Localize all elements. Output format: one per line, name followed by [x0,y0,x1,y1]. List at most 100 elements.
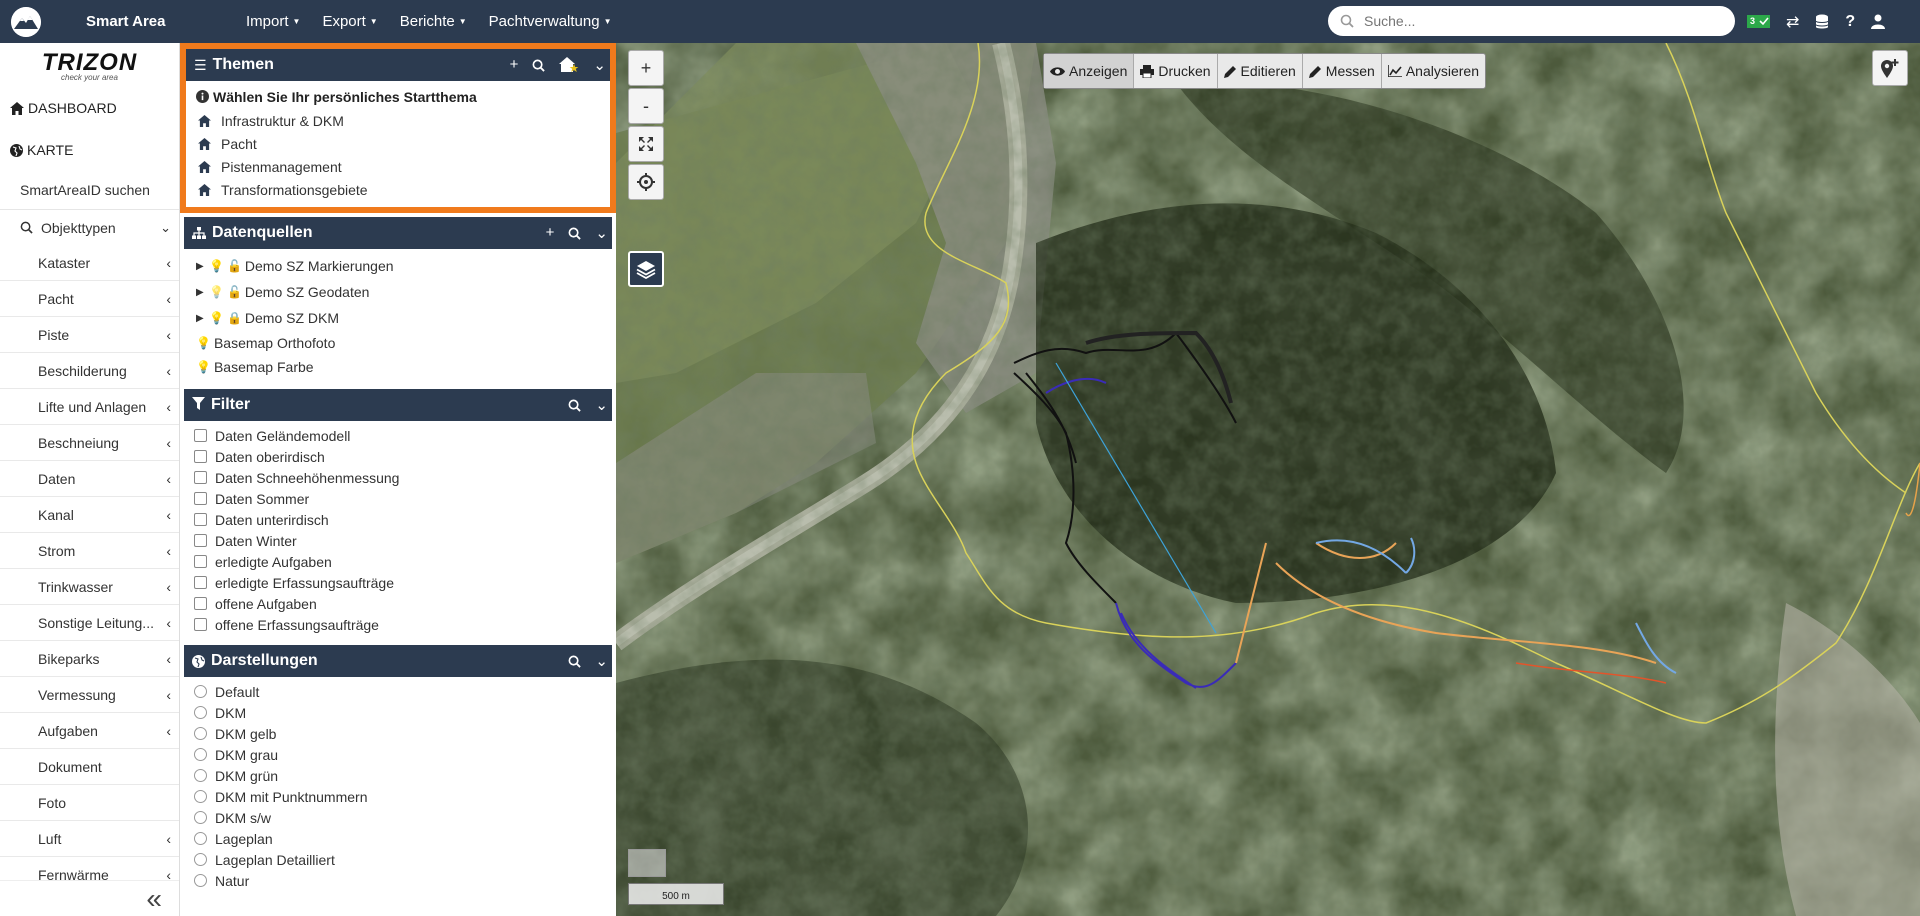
lightbulb-on-icon[interactable]: 💡 [209,311,224,325]
basemap-item[interactable]: 💡 Basemap Orthofoto [196,331,604,355]
darstellung-option[interactable]: DKM gelb [194,723,604,744]
sidebar-smartarea-search[interactable]: SmartAreaID suchen [0,171,179,209]
collapse-sidebar-icon[interactable]: « [0,880,179,916]
sidebar-item-foto[interactable]: Foto [0,785,179,821]
layers-button[interactable] [628,251,664,287]
fullscreen-button[interactable] [628,126,664,162]
search-icon[interactable] [568,655,582,668]
filter-option[interactable]: offene Aufgaben [194,593,604,614]
sidebar-item-trinkwasser[interactable]: Trinkwasser ‹ [0,569,179,605]
sidebar-item-kanal[interactable]: Kanal ‹ [0,497,179,533]
add-marker-button[interactable] [1872,50,1908,86]
sidebar-item-beschilderung[interactable]: Beschilderung ‹ [0,353,179,389]
filter-checkbox[interactable] [194,618,207,631]
filter-checkbox[interactable] [194,597,207,610]
menu-pachtverwaltung[interactable]: Pachtverwaltung ▼ [489,13,612,30]
add-icon[interactable]: + [510,56,519,74]
tool-drucken[interactable]: Drucken [1134,54,1218,88]
sidebar-objekttypen[interactable]: Objekttypen ⌄ [0,209,179,245]
tool-messen[interactable]: Messen [1303,54,1382,88]
theme-item[interactable]: Transformationsgebiete [196,178,602,201]
darstellung-option[interactable]: Default [194,681,604,702]
sidebar-karte[interactable]: KARTE [0,129,179,171]
sidebar-item-dokument[interactable]: Dokument [0,749,179,785]
filter-checkbox[interactable] [194,429,207,442]
theme-item[interactable]: Infrastruktur & DKM [196,109,602,132]
zoom-in-button[interactable]: + [628,50,664,86]
database-icon[interactable] [1815,14,1829,30]
sidebar-item-pacht[interactable]: Pacht ‹ [0,281,179,317]
sidebar-item-piste[interactable]: Piste ‹ [0,317,179,353]
lightbulb-on-icon[interactable]: 💡 [196,336,211,350]
home-star-icon[interactable] [559,57,579,73]
darstellung-radio[interactable] [194,853,207,866]
darstellung-option[interactable]: DKM mit Punktnummern [194,786,604,807]
sidebar-item-vermessung[interactable]: Vermessung ‹ [0,677,179,713]
search-icon[interactable] [568,227,582,240]
sidebar-item-beschneiung[interactable]: Beschneiung ‹ [0,425,179,461]
mountain-logo-icon[interactable] [11,6,41,37]
unlock-icon[interactable]: 🔓 [227,285,242,299]
theme-item[interactable]: Pacht [196,132,602,155]
darstellung-radio[interactable] [194,727,207,740]
filter-checkbox[interactable] [194,450,207,463]
lightbulb-on-icon[interactable]: 💡 [209,259,224,273]
menu-berichte[interactable]: Berichte ▼ [400,13,467,30]
chevron-down-icon[interactable]: ⌄ [595,652,608,670]
filter-checkbox[interactable] [194,471,207,484]
chevron-down-icon[interactable]: ⌄ [595,224,608,242]
map-view[interactable]: + - Anzeigen Drucken Editieren Messen An… [616,43,1920,916]
filter-checkbox[interactable] [194,534,207,547]
menu-export[interactable]: Export ▼ [322,13,377,30]
tool-editieren[interactable]: Editieren [1218,54,1303,88]
filter-option[interactable]: Daten Sommer [194,488,604,509]
darstellung-radio[interactable] [194,748,207,761]
filter-option[interactable]: Daten Schneehöhenmessung [194,467,604,488]
lock-icon[interactable]: 🔒 [227,311,242,325]
sidebar-item-daten[interactable]: Daten ‹ [0,461,179,497]
sidebar-item-bikeparks[interactable]: Bikeparks ‹ [0,641,179,677]
aerial-orthophoto[interactable] [616,43,1920,916]
app-name[interactable]: Smart Area [86,13,216,30]
lightbulb-off-icon[interactable]: 💡 [209,285,224,299]
filter-option[interactable]: Daten oberirdisch [194,446,604,467]
chevron-down-icon[interactable]: ⌄ [595,396,608,414]
filter-option[interactable]: erledigte Aufgaben [194,551,604,572]
menu-import[interactable]: Import ▼ [246,13,300,30]
sidebar-item-kataster[interactable]: Kataster ‹ [0,245,179,281]
sidebar-item-lifte-und-anlagen[interactable]: Lifte und Anlagen ‹ [0,389,179,425]
darstellung-option[interactable]: Lageplan Detailliert [194,849,604,870]
search-input[interactable] [1364,13,1714,29]
trizon-logo[interactable]: TRIZON check your area [0,43,179,87]
help-icon[interactable]: ? [1845,13,1855,31]
darstellung-radio[interactable] [194,685,207,698]
darstellung-option[interactable]: DKM grün [194,765,604,786]
sidebar-item-sonstige-leitung[interactable]: Sonstige Leitung... ‹ [0,605,179,641]
filter-option[interactable]: Daten Geländemodell [194,425,604,446]
filter-checkbox[interactable] [194,555,207,568]
darstellung-option[interactable]: DKM s/w [194,807,604,828]
expand-icon[interactable]: ▶ [196,313,206,324]
darstellung-radio[interactable] [194,811,207,824]
filter-checkbox[interactable] [194,576,207,589]
darstellung-option[interactable]: DKM grau [194,744,604,765]
filter-checkbox[interactable] [194,513,207,526]
filter-option[interactable]: Daten Winter [194,530,604,551]
tool-anzeigen[interactable]: Anzeigen [1044,54,1135,88]
darstellung-radio[interactable] [194,769,207,782]
tool-analysieren[interactable]: Analysieren [1382,54,1485,88]
darstellung-radio[interactable] [194,874,207,887]
chevron-down-icon[interactable]: ⌄ [593,56,606,74]
expand-icon[interactable]: ▶ [196,287,206,298]
expand-icon[interactable]: ▶ [196,261,206,272]
exchange-icon[interactable]: ⇄ [1786,12,1799,32]
add-icon[interactable]: + [546,224,555,242]
unlock-icon[interactable]: 🔓 [227,259,242,273]
sidebar-item-strom[interactable]: Strom ‹ [0,533,179,569]
darstellung-radio[interactable] [194,790,207,803]
sidebar-item-luft[interactable]: Luft ‹ [0,821,179,857]
sidebar-item-aufgaben[interactable]: Aufgaben ‹ [0,713,179,749]
filter-option[interactable]: offene Erfassungsaufträge [194,614,604,635]
search-icon[interactable] [532,59,546,72]
locate-button[interactable] [628,164,664,200]
